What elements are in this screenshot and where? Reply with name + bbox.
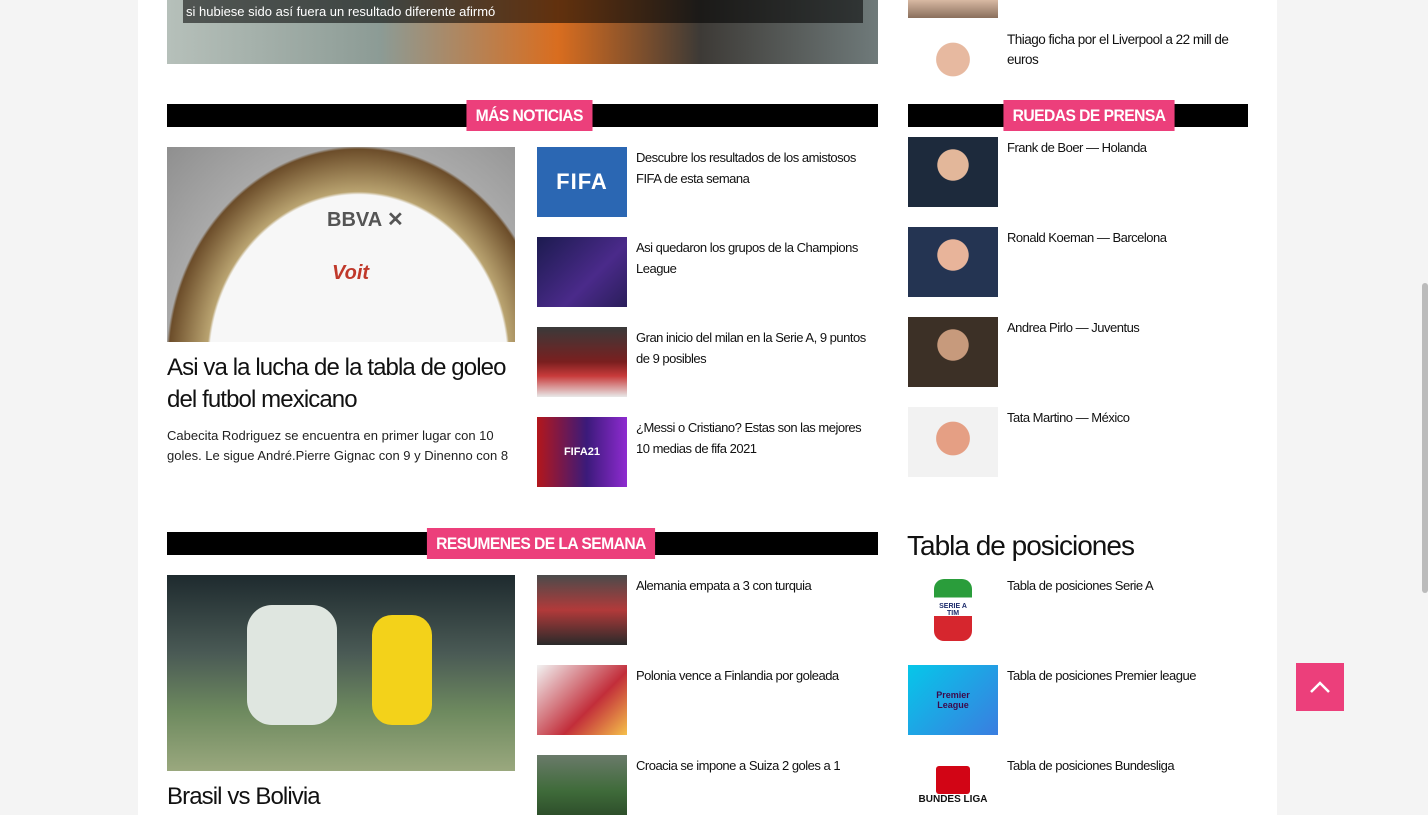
summary-item-title[interactable]: Polonia vence a Finlandia por goleada (636, 665, 877, 686)
press-thumb-pirlo[interactable] (908, 317, 998, 387)
news-thumb-fifa[interactable]: FIFA (537, 147, 627, 217)
chevron-up-icon (1310, 681, 1330, 693)
press-item-title[interactable]: Andrea Pirlo — Juventus (1007, 317, 1247, 338)
hero-image[interactable]: si hubiese sido así fuera un resultado d… (167, 0, 878, 64)
news-item-title[interactable]: Asi quedaron los grupos de la Champions … (636, 237, 877, 279)
press-thumb-martino[interactable] (908, 407, 998, 477)
ball-voit-text: Voit (332, 262, 370, 284)
news-thumb-fifa21[interactable]: FIFA21 (537, 417, 627, 487)
seriea-logo-text: SERIE A TIM (939, 603, 967, 617)
hero-caption[interactable]: si hubiese sido así fuera un resultado d… (183, 0, 863, 23)
bundesliga-logo-mark (936, 765, 970, 794)
bundesliga-logo[interactable]: BUNDES LIGA (908, 755, 998, 815)
tabla-item-title[interactable]: Tabla de posiciones Bundesliga (1007, 755, 1247, 776)
player-white-shape (247, 605, 337, 725)
seriea-logo[interactable]: SERIE A TIM (908, 575, 998, 645)
ruedas-label: RUEDAS DE PRENSA (1003, 100, 1175, 131)
seriea-logo-badge: SERIE A TIM (934, 579, 972, 641)
featured-ball-image[interactable]: BBVA ✕ Voit (167, 147, 515, 342)
press-thumb-koeman[interactable] (908, 227, 998, 297)
featured-excerpt: Cabecita Rodriguez se encuentra en prime… (167, 428, 509, 463)
tabla-heading: Tabla de posiciones (907, 530, 1135, 561)
summary-thumb-croacia[interactable] (537, 755, 627, 815)
top-right-prev-thumb[interactable] (908, 0, 998, 18)
press-item-title[interactable]: Ronald Koeman — Barcelona (1007, 227, 1247, 248)
press-thumb-deboer[interactable] (908, 137, 998, 207)
premier-logo[interactable]: Premier League (908, 665, 998, 735)
ruedas-bar: RUEDAS DE PRENSA (908, 100, 1248, 131)
featured-title[interactable]: Asi va la lucha de la tabla de goleo del… (167, 352, 515, 416)
ball-brand-text: BBVA ✕ (327, 209, 404, 231)
news-item-title[interactable]: ¿Messi o Cristiano? Estas son las mejore… (636, 417, 877, 459)
mas-noticias-label: MÁS NOTICIAS (466, 100, 593, 131)
fifa-logo-text: FIFA (556, 169, 608, 194)
fifa21-logo-text: FIFA21 (563, 446, 601, 458)
press-item-title[interactable]: Frank de Boer — Holanda (1007, 137, 1247, 158)
press-item-title[interactable]: Tata Martino — México (1007, 407, 1247, 428)
tabla-item-title[interactable]: Tabla de posiciones Premier league (1007, 665, 1247, 686)
mas-noticias-bar: MÁS NOTICIAS (167, 100, 878, 131)
tabla-item-title[interactable]: Tabla de posiciones Serie A (1007, 575, 1247, 596)
news-item-title[interactable]: Gran inicio del milan en la Serie A, 9 p… (636, 327, 877, 369)
bundesliga-logo-text: BUNDES LIGA (918, 793, 988, 805)
scroll-to-top-button[interactable] (1296, 663, 1344, 711)
featured-brasil-bolivia-image[interactable] (167, 575, 515, 771)
news-item-title[interactable]: Descubre los resultados de los amistosos… (636, 147, 877, 189)
resumenes-bar: RESUMENES DE LA SEMANA (167, 528, 878, 559)
summary-item-title[interactable]: Croacia se impone a Suiza 2 goles a 1 (636, 755, 877, 776)
summary-thumb-alemania[interactable] (537, 575, 627, 645)
player-yellow-shape (372, 615, 432, 725)
page-scrollbar[interactable] (1422, 283, 1428, 593)
resumenes-label: RESUMENES DE LA SEMANA (426, 528, 656, 559)
thiago-title[interactable]: Thiago ficha por el Liverpool a 22 mill … (1007, 30, 1247, 70)
summary-thumb-polonia[interactable] (537, 665, 627, 735)
summary-item-title[interactable]: Alemania empata a 3 con turquia (636, 575, 877, 596)
premier-logo-text: Premier League (936, 690, 970, 710)
news-thumb-champions[interactable] (537, 237, 627, 307)
resumenes-featured-title[interactable]: Brasil vs Bolivia (167, 781, 515, 813)
news-thumb-milan[interactable] (537, 327, 627, 397)
thiago-thumb[interactable] (908, 28, 998, 98)
